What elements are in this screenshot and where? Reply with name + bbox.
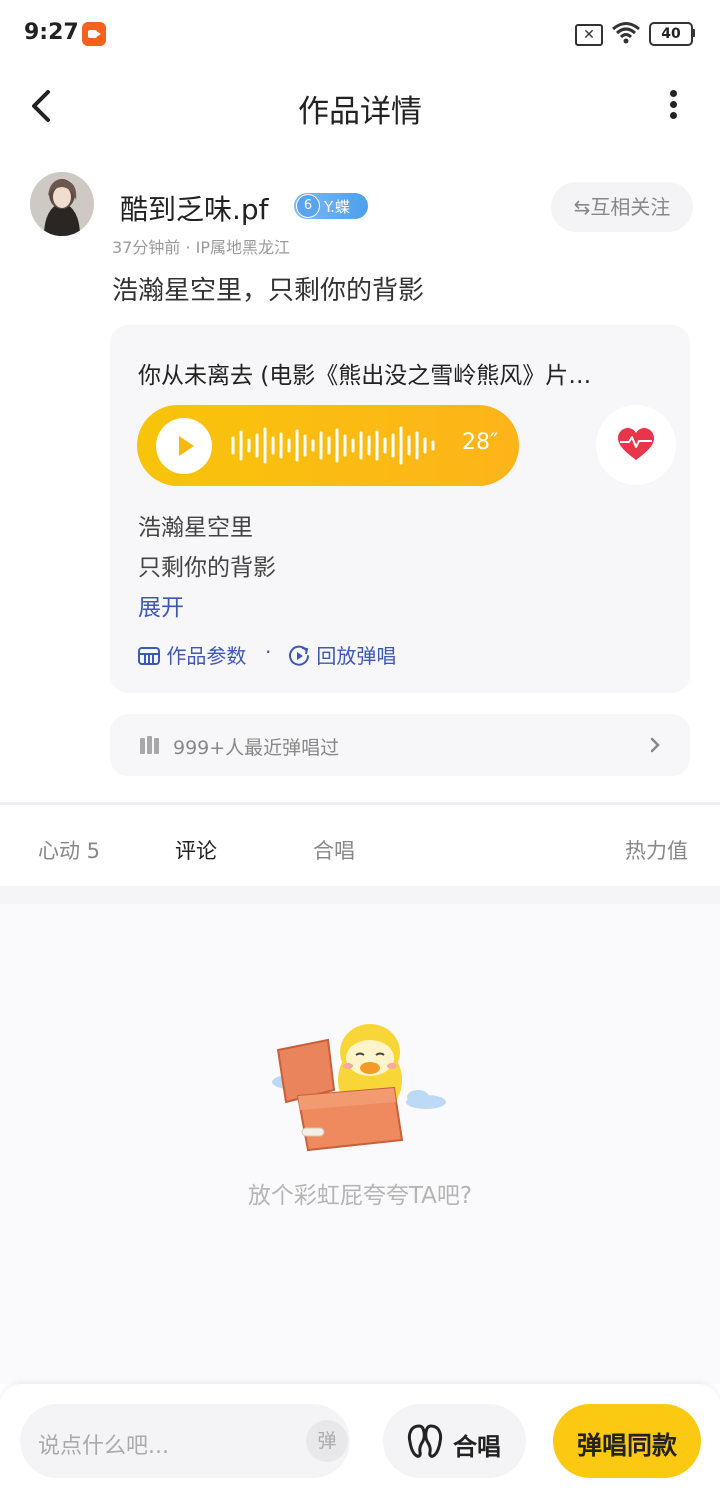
badge-level: 6 (296, 194, 320, 218)
back-arrow-icon[interactable] (28, 86, 56, 126)
mutual-follow-button[interactable]: ⇆互相关注 (551, 182, 693, 232)
bars-icon (140, 736, 159, 754)
battery-tip (692, 29, 695, 37)
screen-record-icon (82, 22, 106, 46)
fan-badge[interactable]: 6 Y.蝶 (294, 193, 368, 219)
wifi-icon (612, 22, 640, 44)
play-icon (179, 436, 194, 456)
separator-dot: · (265, 640, 272, 664)
heart-pulse-icon (618, 428, 654, 460)
chorus-button-label: 合唱 (453, 1433, 501, 1461)
song-title[interactable]: 你从未离去 (电影《熊出没之雪岭熊风》片… (138, 356, 638, 390)
more-options-icon[interactable] (670, 90, 680, 123)
expand-link[interactable]: 展开 (138, 588, 184, 622)
recent-singers-text: 999+人最近弹唱过 (173, 737, 340, 759)
tab-hearts[interactable]: 心动 5 (38, 835, 100, 865)
play-button[interactable] (156, 418, 212, 474)
replay-icon (289, 645, 309, 666)
piano-icon (138, 647, 160, 665)
status-bar: 9:27 ✕ 40 (0, 0, 720, 68)
battery-icon: 40 (649, 22, 693, 46)
audio-duration: 28″ (462, 430, 499, 455)
work-params-link[interactable]: 作品参数 (138, 640, 246, 669)
chorus-icon (407, 1424, 443, 1458)
sing-same-label: 弹唱同款 (576, 1431, 677, 1460)
like-button[interactable] (596, 405, 676, 485)
tab-heat[interactable]: 热力值 (625, 835, 688, 865)
badge-text: Y.蝶 (324, 198, 350, 216)
work-params-label: 作品参数 (166, 644, 247, 668)
lyric-line: 只剩你的背影 (138, 555, 276, 581)
comment-input-placeholder: 说点什么吧... (38, 1434, 169, 1459)
replay-label: 回放弹唱 (316, 644, 397, 668)
tab-chorus[interactable]: 合唱 (313, 835, 355, 865)
post-meta: 37分钟前 · IP属地黑龙江 (112, 238, 290, 257)
duck-treasure-box-illustration (272, 1024, 446, 1152)
no-sim-icon: ✕ (575, 24, 603, 46)
empty-state-text: 放个彩虹屁夸夸TA吧? (247, 1183, 473, 1209)
tab-comments[interactable]: 评论 (175, 835, 217, 865)
danmu-button[interactable]: 弹 (306, 1420, 348, 1462)
replay-link[interactable]: 回放弹唱 (288, 640, 396, 669)
chevron-right-icon (650, 737, 660, 753)
avatar[interactable] (30, 172, 94, 236)
divider (0, 802, 720, 805)
lyric-line: 浩瀚星空里 (138, 515, 253, 541)
top-nav: 作品详情 (0, 68, 720, 148)
status-time: 9:27 (24, 20, 79, 45)
section-separator (0, 886, 720, 904)
author-name[interactable]: 酷到乏味.pf (120, 188, 269, 228)
page-title: 作品详情 (298, 94, 422, 130)
post-text: 浩瀚星空里，只剩你的背影 (112, 276, 425, 306)
